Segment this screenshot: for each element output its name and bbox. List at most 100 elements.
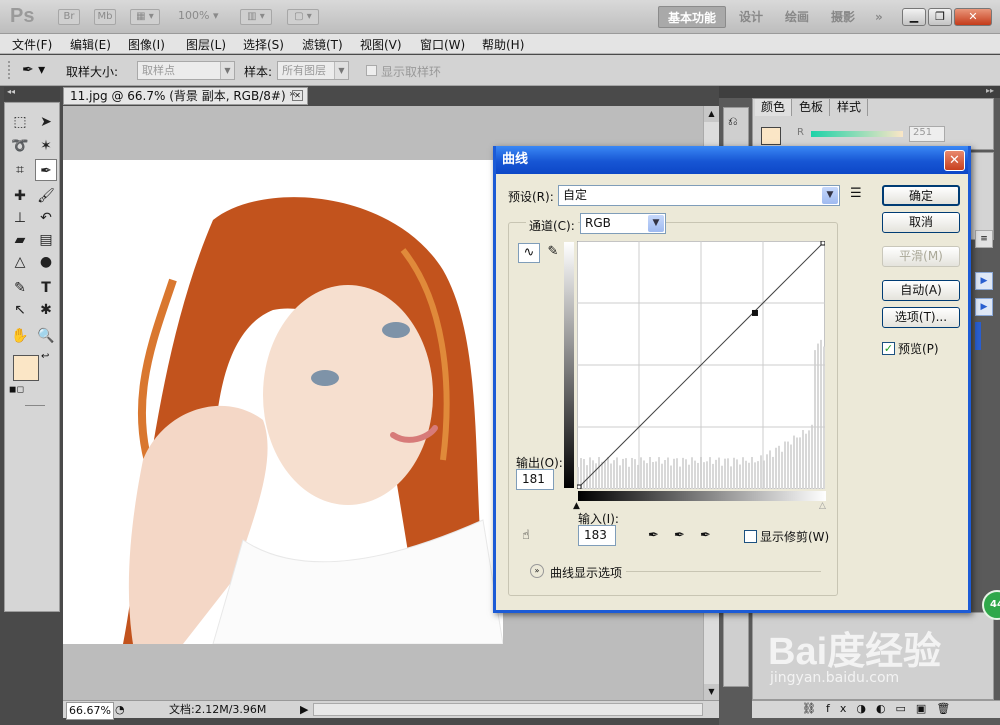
preset-options-icon[interactable]: ☰ (850, 186, 862, 201)
display-options-label[interactable]: 曲线显示选项 (550, 564, 622, 581)
default-colors-icon[interactable]: ◼◻ (9, 385, 24, 395)
curve-endpoint[interactable] (820, 241, 825, 246)
tab-color[interactable]: 颜色 (755, 99, 793, 116)
history-panel-icon[interactable]: ⎌ (728, 114, 738, 129)
arrange-documents-icon[interactable]: ▥ ▾ (240, 9, 272, 25)
curves-graph[interactable] (577, 241, 825, 489)
more-workspaces-icon[interactable]: » (866, 6, 892, 28)
sample-size-select[interactable]: 取样点 ▼ (137, 61, 235, 80)
workspace-design[interactable]: 设计 (730, 6, 772, 28)
brush-tool-icon[interactable]: 🖌 (35, 185, 57, 207)
zoom-tool-icon[interactable]: 🔍 (35, 325, 57, 347)
toolbox-header[interactable]: ◂◂ (4, 87, 60, 101)
tab-styles[interactable]: 样式 (831, 99, 869, 116)
minimize-icon[interactable]: ▁ (902, 8, 926, 26)
panel-menu-icon[interactable]: ≡ (975, 230, 993, 248)
expand-options-icon[interactable]: » (530, 564, 544, 578)
ok-button[interactable]: 确定 (882, 185, 960, 206)
foreground-color-swatch[interactable] (13, 355, 39, 381)
menu-select[interactable]: 选择(S) (243, 36, 284, 53)
workspace-essentials[interactable]: 基本功能 (658, 6, 727, 28)
mini-bridge-icon[interactable]: Mb (94, 9, 116, 25)
shape-tool-icon[interactable]: ✱ (35, 299, 57, 321)
pen-tool-icon[interactable]: ✎ (9, 277, 31, 299)
show-ring-checkbox[interactable] (366, 65, 377, 76)
white-point-slider-icon[interactable]: △ (819, 501, 826, 511)
panel-collapse-bar[interactable]: ▸▸ (719, 86, 1000, 98)
show-clipping-checkbox[interactable] (744, 530, 757, 543)
sample-layers-select[interactable]: 所有图层 ▼ (277, 61, 349, 80)
scroll-up-icon[interactable]: ▲ (704, 106, 719, 122)
auto-button[interactable]: 自动(A) (882, 280, 960, 301)
quick-mask-icon[interactable] (25, 405, 45, 406)
channel-select[interactable]: RGB ▼ (580, 213, 666, 234)
dodge-tool-icon[interactable]: ● (35, 251, 57, 273)
path-select-icon[interactable]: ↖ (9, 299, 31, 321)
healing-brush-icon[interactable]: ✚ (9, 185, 31, 207)
eyedropper-tool-icon[interactable]: ✒ (35, 159, 57, 181)
menu-filter[interactable]: 滤镜(T) (302, 36, 343, 53)
menu-window[interactable]: 窗口(W) (420, 36, 465, 53)
gradient-tool-icon[interactable]: ▤ (35, 229, 57, 251)
close-icon[interactable]: ✕ (944, 150, 965, 171)
move-tool-icon[interactable]: ➤ (35, 111, 57, 133)
panel-foreground-swatch[interactable] (761, 127, 781, 145)
restore-icon[interactable]: ❐ (928, 8, 952, 26)
gray-eyedropper-icon[interactable]: ✒ (674, 528, 685, 543)
curve-edit-points-icon[interactable]: ∿ (518, 243, 540, 263)
input-value-field[interactable]: 183 (578, 525, 616, 546)
menu-layer[interactable]: 图层(L) (186, 36, 226, 53)
eyedropper-preset-icon[interactable]: ✒ ▾ (22, 59, 56, 81)
close-document-icon[interactable]: ✕ (292, 90, 303, 101)
close-app-icon[interactable]: ✕ (954, 8, 992, 26)
output-value-field[interactable]: 181 (516, 469, 554, 490)
status-arrow-icon[interactable]: ▶ (300, 702, 308, 718)
scroll-down-icon[interactable]: ▼ (704, 684, 719, 700)
pencil-icon[interactable]: ✎ (544, 243, 562, 263)
hand-tool-icon[interactable]: ✋ (9, 325, 31, 347)
preview-checkbox[interactable]: ✓ (882, 342, 895, 355)
options-button[interactable]: 选项(T)... (882, 307, 960, 328)
menu-edit[interactable]: 编辑(E) (70, 36, 111, 53)
menu-file[interactable]: 文件(F) (12, 36, 52, 53)
black-eyedropper-icon[interactable]: ✒ (648, 528, 659, 543)
tab-swatches[interactable]: 色板 (793, 99, 831, 116)
marquee-tool-icon[interactable]: ⬚ (9, 111, 31, 133)
document-tab[interactable]: 11.jpg @ 66.7% (背景 副本, RGB/8#) * ✕ (63, 87, 308, 105)
dialog-title-bar[interactable]: 曲线 ✕ (496, 146, 968, 174)
history-brush-icon[interactable]: ↶ (35, 207, 57, 229)
type-tool-icon[interactable]: T (35, 277, 57, 299)
cancel-button[interactable]: 取消 (882, 212, 960, 233)
crop-tool-icon[interactable]: ⌗ (9, 159, 31, 181)
expand-arrow-icon[interactable]: ▶ (975, 298, 993, 316)
view-extras-icon[interactable]: ▦ ▾ (130, 9, 160, 25)
lasso-tool-icon[interactable]: ➰ (9, 135, 31, 157)
status-info-icon[interactable]: ◔ (115, 702, 125, 718)
red-channel-value[interactable]: 251 (909, 126, 945, 142)
menu-help[interactable]: 帮助(H) (482, 36, 524, 53)
white-eyedropper-icon[interactable]: ✒ (700, 528, 711, 543)
screen-mode-icon[interactable]: ▢ ▾ (287, 9, 319, 25)
smooth-button[interactable]: 平滑(M) (882, 246, 960, 267)
workspace-painting[interactable]: 绘画 (776, 6, 818, 28)
bridge-icon[interactable]: Br (58, 9, 80, 25)
red-channel-slider[interactable] (811, 131, 903, 137)
menu-image[interactable]: 图像(I) (128, 36, 165, 53)
menu-view[interactable]: 视图(V) (360, 36, 402, 53)
expand-arrow-icon[interactable]: ▶ (975, 272, 993, 290)
curve-control-point[interactable] (751, 309, 758, 316)
layers-footer-icons[interactable]: ⛓fx◑◐▭▣🗑 (752, 700, 1000, 718)
clone-stamp-icon[interactable]: ⊥ (9, 207, 31, 229)
zoom-level[interactable]: 100% ▾ (178, 9, 218, 22)
grip-handle[interactable] (8, 61, 11, 79)
curve-endpoint[interactable] (577, 484, 582, 489)
eraser-tool-icon[interactable]: ▰ (9, 229, 31, 251)
status-zoom[interactable]: 66.67% (66, 702, 114, 720)
on-image-adjust-icon[interactable]: ☝ (522, 528, 530, 543)
horizontal-scrollbar[interactable] (313, 703, 703, 716)
swap-colors-icon[interactable]: ↩ (41, 351, 49, 362)
workspace-photography[interactable]: 摄影 (822, 6, 864, 28)
blur-tool-icon[interactable]: △ (9, 251, 31, 273)
preset-select[interactable]: 自定 ▼ (558, 185, 840, 206)
image-canvas[interactable] (63, 160, 503, 644)
